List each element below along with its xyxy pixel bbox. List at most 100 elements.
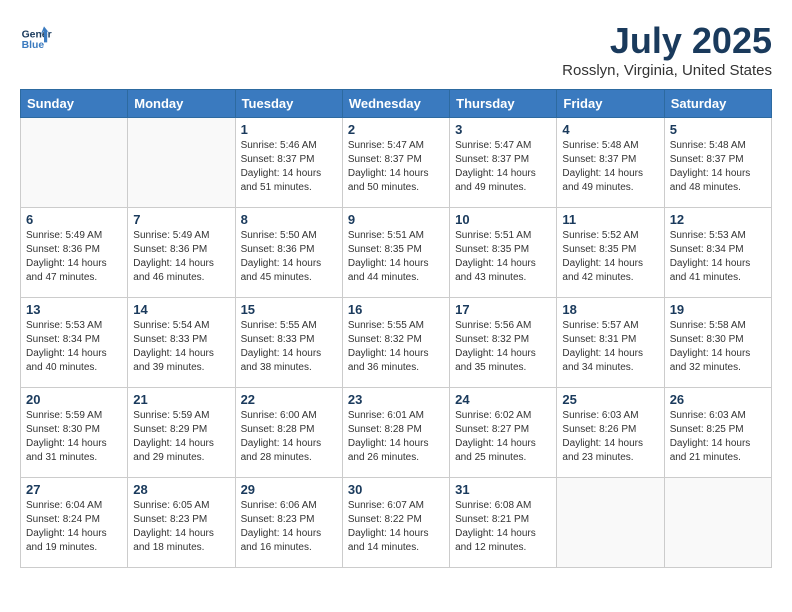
calendar-cell: 18 Sunrise: 5:57 AM Sunset: 8:31 PM Dayli… (557, 298, 664, 388)
day-number: 2 (348, 122, 444, 137)
day-number: 11 (562, 212, 658, 227)
calendar-cell: 26 Sunrise: 6:03 AM Sunset: 8:25 PM Dayli… (664, 388, 771, 478)
day-info: Sunrise: 6:06 AM Sunset: 8:23 PM Dayligh… (241, 499, 337, 555)
calendar-cell: 22 Sunrise: 6:00 AM Sunset: 8:28 PM Dayli… (235, 388, 342, 478)
day-number: 26 (670, 392, 766, 407)
day-number: 8 (241, 212, 337, 227)
day-info: Sunrise: 6:02 AM Sunset: 8:27 PM Dayligh… (455, 409, 551, 465)
day-number: 23 (348, 392, 444, 407)
day-number: 17 (455, 302, 551, 317)
calendar-table: SundayMondayTuesdayWednesdayThursdayFrid… (20, 89, 772, 568)
day-info: Sunrise: 5:51 AM Sunset: 8:35 PM Dayligh… (455, 229, 551, 285)
calendar-cell: 21 Sunrise: 5:59 AM Sunset: 8:29 PM Dayli… (128, 388, 235, 478)
day-number: 27 (26, 482, 122, 497)
calendar-cell: 28 Sunrise: 6:05 AM Sunset: 8:23 PM Dayli… (128, 478, 235, 568)
calendar-cell: 1 Sunrise: 5:46 AM Sunset: 8:37 PM Daylig… (235, 118, 342, 208)
day-number: 28 (133, 482, 229, 497)
day-number: 5 (670, 122, 766, 137)
day-info: Sunrise: 6:03 AM Sunset: 8:26 PM Dayligh… (562, 409, 658, 465)
day-info: Sunrise: 6:08 AM Sunset: 8:21 PM Dayligh… (455, 499, 551, 555)
day-info: Sunrise: 5:47 AM Sunset: 8:37 PM Dayligh… (348, 139, 444, 195)
week-row-2: 6 Sunrise: 5:49 AM Sunset: 8:36 PM Daylig… (21, 208, 772, 298)
day-info: Sunrise: 5:46 AM Sunset: 8:37 PM Dayligh… (241, 139, 337, 195)
day-number: 16 (348, 302, 444, 317)
calendar-cell (664, 478, 771, 568)
day-number: 30 (348, 482, 444, 497)
calendar-cell: 8 Sunrise: 5:50 AM Sunset: 8:36 PM Daylig… (235, 208, 342, 298)
day-number: 13 (26, 302, 122, 317)
day-number: 14 (133, 302, 229, 317)
calendar-cell: 31 Sunrise: 6:08 AM Sunset: 8:21 PM Dayli… (450, 478, 557, 568)
day-info: Sunrise: 6:00 AM Sunset: 8:28 PM Dayligh… (241, 409, 337, 465)
calendar-cell: 3Sunrise: 5:47 AM Sunset: 8:37 PM Daylig… (450, 118, 557, 208)
day-info: Sunrise: 5:47 AM Sunset: 8:37 PM Dayligh… (455, 139, 551, 195)
week-row-4: 20 Sunrise: 5:59 AM Sunset: 8:30 PM Dayli… (21, 388, 772, 478)
day-number: 7 (133, 212, 229, 227)
logo: General Blue (20, 20, 52, 52)
calendar-title: July 2025 (562, 20, 772, 62)
day-number: 18 (562, 302, 658, 317)
day-info: Sunrise: 5:49 AM Sunset: 8:36 PM Dayligh… (133, 229, 229, 285)
day-info: Sunrise: 5:51 AM Sunset: 8:35 PM Dayligh… (348, 229, 444, 285)
day-number: 29 (241, 482, 337, 497)
calendar-cell: 30Sunrise: 6:07 AM Sunset: 8:22 PM Dayli… (342, 478, 449, 568)
calendar-cell: 9 Sunrise: 5:51 AM Sunset: 8:35 PM Daylig… (342, 208, 449, 298)
calendar-cell: 29 Sunrise: 6:06 AM Sunset: 8:23 PM Dayli… (235, 478, 342, 568)
day-number: 4 (562, 122, 658, 137)
day-number: 12 (670, 212, 766, 227)
calendar-cell: 20 Sunrise: 5:59 AM Sunset: 8:30 PM Dayli… (21, 388, 128, 478)
calendar-cell: 17 Sunrise: 5:56 AM Sunset: 8:32 PM Dayli… (450, 298, 557, 388)
day-number: 24 (455, 392, 551, 407)
day-info: Sunrise: 5:59 AM Sunset: 8:30 PM Dayligh… (26, 409, 122, 465)
day-info: Sunrise: 6:01 AM Sunset: 8:28 PM Dayligh… (348, 409, 444, 465)
day-info: Sunrise: 5:57 AM Sunset: 8:31 PM Dayligh… (562, 319, 658, 375)
week-row-3: 13 Sunrise: 5:53 AM Sunset: 8:34 PM Dayli… (21, 298, 772, 388)
week-row-5: 27 Sunrise: 6:04 AM Sunset: 8:24 PM Dayli… (21, 478, 772, 568)
calendar-cell: 11 Sunrise: 5:52 AM Sunset: 8:35 PM Dayli… (557, 208, 664, 298)
day-info: Sunrise: 5:55 AM Sunset: 8:33 PM Dayligh… (241, 319, 337, 375)
calendar-cell: 5 Sunrise: 5:48 AM Sunset: 8:37 PM Daylig… (664, 118, 771, 208)
day-info: Sunrise: 5:48 AM Sunset: 8:37 PM Dayligh… (562, 139, 658, 195)
page-header: General Blue July 2025 Rosslyn, Virginia… (20, 20, 772, 79)
day-number: 19 (670, 302, 766, 317)
weekday-header-row: SundayMondayTuesdayWednesdayThursdayFrid… (21, 90, 772, 118)
calendar-cell: 10Sunrise: 5:51 AM Sunset: 8:35 PM Dayli… (450, 208, 557, 298)
day-number: 20 (26, 392, 122, 407)
day-info: Sunrise: 5:53 AM Sunset: 8:34 PM Dayligh… (26, 319, 122, 375)
calendar-cell: 16 Sunrise: 5:55 AM Sunset: 8:32 PM Dayli… (342, 298, 449, 388)
day-number: 6 (26, 212, 122, 227)
calendar-cell: 14 Sunrise: 5:54 AM Sunset: 8:33 PM Dayli… (128, 298, 235, 388)
calendar-cell: 23 Sunrise: 6:01 AM Sunset: 8:28 PM Dayli… (342, 388, 449, 478)
day-info: Sunrise: 5:54 AM Sunset: 8:33 PM Dayligh… (133, 319, 229, 375)
weekday-header-thursday: Thursday (450, 90, 557, 118)
day-info: Sunrise: 5:52 AM Sunset: 8:35 PM Dayligh… (562, 229, 658, 285)
calendar-cell: 25Sunrise: 6:03 AM Sunset: 8:26 PM Dayli… (557, 388, 664, 478)
calendar-cell: 13 Sunrise: 5:53 AM Sunset: 8:34 PM Dayli… (21, 298, 128, 388)
calendar-cell: 27 Sunrise: 6:04 AM Sunset: 8:24 PM Dayli… (21, 478, 128, 568)
day-number: 31 (455, 482, 551, 497)
day-info: Sunrise: 5:53 AM Sunset: 8:34 PM Dayligh… (670, 229, 766, 285)
day-number: 22 (241, 392, 337, 407)
calendar-cell (557, 478, 664, 568)
day-info: Sunrise: 5:55 AM Sunset: 8:32 PM Dayligh… (348, 319, 444, 375)
weekday-header-tuesday: Tuesday (235, 90, 342, 118)
calendar-cell: 19Sunrise: 5:58 AM Sunset: 8:30 PM Dayli… (664, 298, 771, 388)
weekday-header-monday: Monday (128, 90, 235, 118)
day-info: Sunrise: 6:03 AM Sunset: 8:25 PM Dayligh… (670, 409, 766, 465)
day-number: 9 (348, 212, 444, 227)
day-info: Sunrise: 5:48 AM Sunset: 8:37 PM Dayligh… (670, 139, 766, 195)
day-number: 1 (241, 122, 337, 137)
day-number: 21 (133, 392, 229, 407)
weekday-header-saturday: Saturday (664, 90, 771, 118)
day-info: Sunrise: 6:05 AM Sunset: 8:23 PM Dayligh… (133, 499, 229, 555)
calendar-cell: 4 Sunrise: 5:48 AM Sunset: 8:37 PM Daylig… (557, 118, 664, 208)
day-number: 15 (241, 302, 337, 317)
logo-icon: General Blue (20, 20, 52, 52)
weekday-header-sunday: Sunday (21, 90, 128, 118)
calendar-cell: 24 Sunrise: 6:02 AM Sunset: 8:27 PM Dayli… (450, 388, 557, 478)
day-info: Sunrise: 5:56 AM Sunset: 8:32 PM Dayligh… (455, 319, 551, 375)
day-info: Sunrise: 5:59 AM Sunset: 8:29 PM Dayligh… (133, 409, 229, 465)
calendar-cell (21, 118, 128, 208)
day-info: Sunrise: 6:04 AM Sunset: 8:24 PM Dayligh… (26, 499, 122, 555)
day-info: Sunrise: 5:50 AM Sunset: 8:36 PM Dayligh… (241, 229, 337, 285)
